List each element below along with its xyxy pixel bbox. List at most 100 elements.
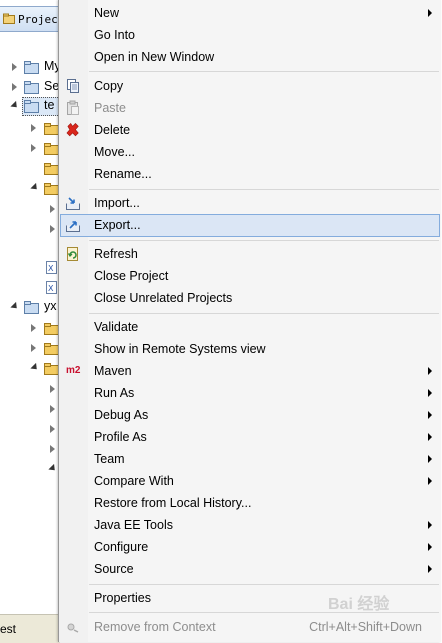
menu-item-label: Validate <box>94 320 139 334</box>
tree-item[interactable] <box>0 400 60 418</box>
menu-separator <box>89 313 439 314</box>
tree-item[interactable] <box>0 359 60 377</box>
refresh-icon <box>65 246 81 262</box>
menu-item-label: Refresh <box>94 247 138 261</box>
remove-context-icon <box>65 619 81 635</box>
menu-separator <box>89 71 439 72</box>
menu-item-label: Java EE Tools <box>94 518 173 532</box>
expand-twisty-icon[interactable] <box>50 225 55 233</box>
tree-item[interactable] <box>0 220 60 238</box>
expand-twisty-icon[interactable] <box>31 324 36 332</box>
tree-item[interactable]: Se <box>0 78 60 96</box>
menu-item-run-as[interactable]: Run As <box>60 382 440 404</box>
menu-item-go-into[interactable]: Go Into <box>60 24 440 46</box>
tree-item[interactable] <box>0 420 60 438</box>
tree-item[interactable]: yx <box>0 298 60 316</box>
menu-item-delete[interactable]: Delete <box>60 119 440 141</box>
menu-item-open-in-new-window[interactable]: Open in New Window <box>60 46 440 68</box>
copy-icon <box>65 78 81 94</box>
tree-item-label: te <box>44 98 55 112</box>
menu-separator <box>89 584 439 585</box>
expand-twisty-icon[interactable] <box>50 445 55 453</box>
folder-icon <box>44 163 59 175</box>
submenu-arrow-icon <box>428 389 432 397</box>
menu-item-import[interactable]: Import... <box>60 192 440 214</box>
menu-item-validate[interactable]: Validate <box>60 316 440 338</box>
submenu-arrow-icon <box>428 411 432 419</box>
tree-item[interactable]: My <box>0 58 61 76</box>
tree-item-selected[interactable]: te <box>0 97 62 116</box>
project-folder-icon <box>24 100 39 113</box>
expand-twisty-icon[interactable] <box>50 425 55 433</box>
tree-item[interactable]: X <box>0 259 60 277</box>
menu-item-configure[interactable]: Configure <box>60 536 440 558</box>
tree-item[interactable] <box>0 179 60 197</box>
menu-item-show-in-remote-systems-view[interactable]: Show in Remote Systems view <box>60 338 440 360</box>
export-icon <box>65 217 81 233</box>
menu-item-source[interactable]: Source <box>60 558 440 580</box>
menu-item-move[interactable]: Move... <box>60 141 440 163</box>
menu-item-profile-as[interactable]: Profile As <box>60 426 440 448</box>
expand-twisty-icon[interactable] <box>31 124 36 132</box>
menu-item-remove-from-context[interactable]: Remove from Context Ctrl+Alt+Shift+Down <box>60 616 440 638</box>
collapse-twisty-icon[interactable] <box>10 301 20 312</box>
menu-item-new[interactable]: New <box>60 2 440 24</box>
menu-item-copy[interactable]: Copy <box>60 75 440 97</box>
tree-item[interactable] <box>0 200 60 218</box>
collapse-twisty-icon[interactable] <box>48 463 58 474</box>
collapse-twisty-icon[interactable] <box>10 100 20 111</box>
expand-twisty-icon[interactable] <box>31 144 36 152</box>
menu-item-close-unrelated-projects[interactable]: Close Unrelated Projects <box>60 287 440 309</box>
expand-twisty-icon[interactable] <box>12 83 17 91</box>
menu-item-paste[interactable]: Paste <box>60 97 440 119</box>
menu-item-java-ee-tools[interactable]: Java EE Tools <box>60 514 440 536</box>
menu-item-label: Paste <box>94 101 126 115</box>
svg-text:X: X <box>48 284 54 293</box>
menu-item-maven[interactable]: m2 Maven <box>60 360 440 382</box>
project-folder-icon <box>24 61 39 74</box>
tree-item[interactable] <box>0 159 60 177</box>
project-explorer-tab[interactable]: Project <box>0 6 64 32</box>
maven-m2-icon: m2 <box>66 365 81 376</box>
collapse-twisty-icon[interactable] <box>30 362 40 373</box>
folder-icon <box>44 323 59 335</box>
tree-item[interactable]: X <box>0 279 60 297</box>
tree-item[interactable] <box>0 319 60 337</box>
tree-item[interactable] <box>0 460 60 478</box>
expand-twisty-icon[interactable] <box>12 63 17 71</box>
tree-item[interactable] <box>0 119 60 137</box>
menu-item-label: Source <box>94 562 134 576</box>
expand-twisty-icon[interactable] <box>31 344 36 352</box>
tree-item[interactable] <box>0 380 60 398</box>
expand-twisty-icon[interactable] <box>50 385 55 393</box>
menu-item-compare-with[interactable]: Compare With <box>60 470 440 492</box>
menu-item-refresh[interactable]: Refresh <box>60 243 440 265</box>
menu-item-restore-from-local-history[interactable]: Restore from Local History... <box>60 492 440 514</box>
svg-text:X: X <box>48 264 54 273</box>
tree-item[interactable] <box>0 339 60 357</box>
menu-item-team[interactable]: Team <box>60 448 440 470</box>
menu-item-export[interactable]: Export... <box>60 214 440 237</box>
expand-twisty-icon[interactable] <box>50 405 55 413</box>
menu-item-label: Maven <box>94 364 132 378</box>
menu-item-label: Delete <box>94 123 131 137</box>
collapse-twisty-icon[interactable] <box>30 182 40 193</box>
project-folder-icon <box>24 301 39 314</box>
menu-item-label: Export... <box>94 218 141 232</box>
menu-item-close-project[interactable]: Close Project <box>60 265 440 287</box>
menu-item-debug-as[interactable]: Debug As <box>60 404 440 426</box>
submenu-arrow-icon <box>428 433 432 441</box>
menu-item-label: Compare With <box>94 474 174 488</box>
menu-item-label: Restore from Local History... <box>94 496 252 510</box>
menu-item-label: Show in Remote Systems view <box>94 342 266 356</box>
expand-twisty-icon[interactable] <box>50 205 55 213</box>
project-explorer: Project My Se te X X yx est <box>0 0 64 643</box>
menu-item-label: New <box>94 6 120 20</box>
tree-item[interactable] <box>0 139 60 157</box>
menu-item-rename[interactable]: Rename... <box>60 163 440 185</box>
menu-item-label: Move... <box>94 145 135 159</box>
submenu-arrow-icon <box>428 543 432 551</box>
menu-item-label: Copy <box>94 79 124 93</box>
tree-item[interactable] <box>0 440 60 458</box>
menu-item-label: Import... <box>94 196 140 210</box>
